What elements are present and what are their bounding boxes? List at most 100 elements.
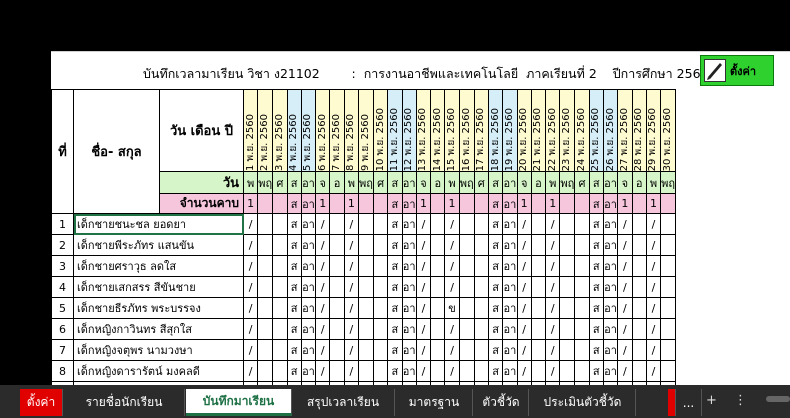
attendance-cell[interactable]: / [242,297,259,319]
attendance-cell[interactable]: ส [487,297,504,319]
attendance-cell[interactable]: ส [286,339,302,361]
attendance-cell[interactable]: / [315,339,331,361]
attendance-cell[interactable]: อา [401,297,417,319]
student-name[interactable]: เด็กชายเสกสรร สีขันชาย [73,276,244,298]
attendance-cell[interactable]: / [444,255,460,277]
attendance-cell[interactable]: อา [602,297,619,319]
attendance-cell[interactable] [430,234,446,256]
attendance-cell[interactable] [358,255,374,277]
attendance-cell[interactable] [272,297,288,319]
attendance-cell[interactable]: อา [602,318,619,340]
attendance-cell[interactable]: / [645,255,662,277]
attendance-cell[interactable]: / [444,318,460,340]
attendance-cell[interactable]: / [617,213,633,235]
student-name[interactable]: เด็กชายพีระภัทร แสนขัน [73,234,244,256]
attendance-cell[interactable] [430,318,446,340]
attendance-cell[interactable]: / [315,213,331,235]
attendance-cell[interactable]: / [645,360,662,382]
attendance-cell[interactable]: ส [286,234,302,256]
attendance-cell[interactable] [458,339,475,361]
attendance-cell[interactable]: / [343,297,360,319]
sheet-tab[interactable]: สรุปเวลาเรียน [292,389,395,416]
sheet-tab[interactable] [668,389,676,416]
settings-button[interactable]: ตั้งค่า [700,55,774,86]
spreadsheet-area[interactable]: บันทึกเวลามาเรียน วิชา ง21102 : การงานอา… [0,0,790,385]
attendance-cell[interactable]: ข [444,297,460,319]
attendance-cell[interactable] [329,255,345,277]
attendance-cell[interactable]: / [444,213,460,235]
attendance-cell[interactable]: / [516,318,532,340]
attendance-cell[interactable]: ส [387,255,403,277]
attendance-cell[interactable]: ส [588,318,604,340]
attendance-cell[interactable]: อา [602,276,619,298]
attendance-cell[interactable] [660,276,677,298]
attendance-cell[interactable]: ส [588,213,604,235]
attendance-cell[interactable]: / [415,213,432,235]
attendance-cell[interactable]: / [242,234,259,256]
attendance-cell[interactable]: ส [286,318,302,340]
horizontal-scrollbar[interactable] [760,392,790,406]
attendance-cell[interactable] [660,234,677,256]
attendance-cell[interactable] [660,255,677,277]
attendance-cell[interactable] [631,318,647,340]
attendance-cell[interactable]: / [444,234,460,256]
attendance-cell[interactable]: / [415,339,432,361]
attendance-cell[interactable] [473,234,489,256]
attendance-cell[interactable]: / [444,276,460,298]
attendance-cell[interactable] [559,255,576,277]
attendance-cell[interactable] [530,213,547,235]
sheet-tab[interactable]: รายชื่อนักเรียน [64,389,185,416]
attendance-cell[interactable]: / [415,360,432,382]
attendance-cell[interactable]: อา [300,213,317,235]
attendance-cell[interactable] [530,318,547,340]
attendance-cell[interactable]: / [617,318,633,340]
attendance-cell[interactable] [530,297,547,319]
attendance-cell[interactable] [530,360,547,382]
attendance-cell[interactable] [257,213,274,235]
attendance-cell[interactable]: อา [401,234,417,256]
attendance-cell[interactable]: อา [502,213,518,235]
attendance-cell[interactable]: / [315,234,331,256]
attendance-cell[interactable] [458,297,475,319]
scrollbar-thumb[interactable] [766,396,790,402]
attendance-cell[interactable]: ส [588,276,604,298]
attendance-cell[interactable]: ส [588,339,604,361]
attendance-cell[interactable]: ส [286,297,302,319]
attendance-cell[interactable] [272,360,288,382]
attendance-cell[interactable]: อา [602,213,619,235]
attendance-cell[interactable]: / [242,213,259,235]
attendance-cell[interactable] [458,276,475,298]
attendance-cell[interactable]: / [315,255,331,277]
attendance-cell[interactable] [559,297,576,319]
attendance-cell[interactable]: / [343,234,360,256]
attendance-cell[interactable]: / [242,276,259,298]
attendance-cell[interactable]: / [545,360,561,382]
attendance-cell[interactable]: อา [300,276,317,298]
attendance-cell[interactable] [559,360,576,382]
attendance-cell[interactable]: / [242,339,259,361]
attendance-cell[interactable] [329,360,345,382]
attendance-cell[interactable] [559,318,576,340]
attendance-cell[interactable] [631,360,647,382]
attendance-cell[interactable]: / [315,276,331,298]
attendance-cell[interactable]: / [545,234,561,256]
attendance-cell[interactable]: / [545,255,561,277]
attendance-cell[interactable] [574,360,590,382]
attendance-cell[interactable]: / [343,360,360,382]
attendance-cell[interactable]: ส [487,276,504,298]
attendance-cell[interactable] [574,213,590,235]
sheet-tab[interactable]: ตั้งค่า [20,389,63,416]
attendance-cell[interactable] [660,297,677,319]
attendance-cell[interactable]: อา [401,276,417,298]
attendance-cell[interactable] [272,234,288,256]
attendance-cell[interactable] [329,234,345,256]
attendance-cell[interactable]: อา [300,297,317,319]
attendance-cell[interactable] [574,255,590,277]
attendance-cell[interactable]: / [343,255,360,277]
attendance-cell[interactable] [272,276,288,298]
attendance-cell[interactable]: / [545,276,561,298]
attendance-cell[interactable] [631,339,647,361]
attendance-cell[interactable] [372,234,389,256]
attendance-cell[interactable]: ส [387,339,403,361]
attendance-cell[interactable] [574,234,590,256]
